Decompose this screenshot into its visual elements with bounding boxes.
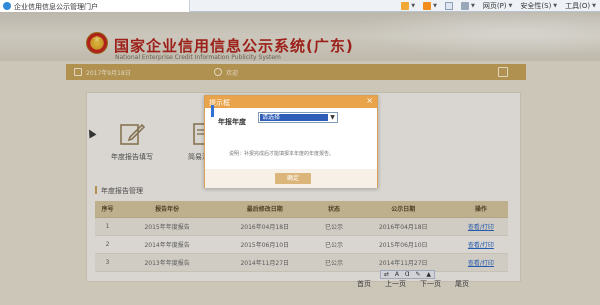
chevron-down-icon[interactable]: ▼ bbox=[328, 113, 337, 122]
printer-icon bbox=[460, 2, 469, 10]
chevron-down-icon: ▼ bbox=[553, 3, 558, 9]
ie-page-icon bbox=[3, 2, 11, 10]
home-icon bbox=[401, 2, 410, 10]
safety-menu[interactable]: 安全性(S) ▼ bbox=[520, 1, 557, 11]
rss-icon bbox=[423, 2, 432, 10]
chevron-down-icon: ▼ bbox=[592, 3, 596, 9]
chevron-down-icon: ▼ bbox=[433, 3, 437, 9]
browser-tab-bar: 企业信用信息公示管理门户 ▼ ▼ ▼ 网页(P) ▼ 安全性(S) ▼ 工具(O) ▼ bbox=[0, 0, 600, 12]
feeds-button[interactable]: ▼ bbox=[423, 2, 437, 10]
close-icon[interactable]: × bbox=[366, 97, 373, 105]
tools-menu-label: 工具(O) bbox=[565, 2, 591, 10]
home-button[interactable]: ▼ bbox=[401, 2, 415, 10]
mail-icon bbox=[444, 2, 453, 10]
browser-tab[interactable]: 企业信用信息公示管理门户 bbox=[0, 0, 190, 12]
browser-tab-title: 企业信用信息公示管理门户 bbox=[14, 3, 98, 11]
focus-marker bbox=[211, 105, 214, 117]
report-year-select[interactable]: 请选择 ▼ bbox=[258, 112, 338, 123]
mail-button[interactable] bbox=[444, 2, 453, 10]
dialog-footer: 确定 bbox=[205, 169, 377, 188]
chevron-down-icon: ▼ bbox=[508, 3, 513, 9]
browser-command-bar: ▼ ▼ ▼ 网页(P) ▼ 安全性(S) ▼ 工具(O) ▼ bbox=[401, 1, 596, 11]
confirm-button[interactable]: 确定 bbox=[275, 173, 311, 184]
dialog-note: 说明：补报完成后才能填报本年度的年度报告。 bbox=[229, 151, 335, 157]
page-menu[interactable]: 网页(P) ▼ bbox=[483, 1, 513, 11]
report-year-label: 年报年度 bbox=[218, 118, 246, 126]
tools-menu[interactable]: 工具(O) ▼ bbox=[565, 1, 596, 11]
print-button[interactable]: ▼ bbox=[460, 2, 475, 10]
safety-menu-label: 安全性(S) bbox=[520, 2, 552, 10]
page-menu-label: 网页(P) bbox=[482, 2, 507, 10]
chevron-down-icon: ▼ bbox=[470, 3, 475, 9]
chevron-down-icon: ▼ bbox=[411, 3, 416, 9]
prompt-dialog: 提示框 × 年报年度 请选择 ▼ 说明：补报完成后才能填报本年度的年度报告。 确… bbox=[204, 95, 378, 188]
report-year-select-value: 请选择 bbox=[260, 114, 328, 121]
dialog-header: 提示框 × bbox=[205, 96, 377, 108]
